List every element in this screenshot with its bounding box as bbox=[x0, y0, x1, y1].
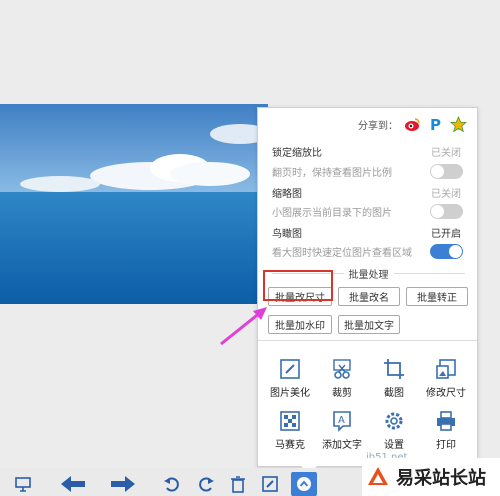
setting-desc-row: 看大图时快速定位图片查看区域 bbox=[272, 244, 465, 259]
setting-title: 鸟瞰图 bbox=[272, 229, 302, 240]
batch-add-text-button[interactable]: 批量加文字 bbox=[338, 315, 400, 334]
svg-text:A: A bbox=[338, 415, 345, 426]
batch-watermark-button[interactable]: 批量加水印 bbox=[268, 315, 332, 334]
svg-text:P: P bbox=[430, 116, 441, 133]
setting-desc: 小图展示当前目录下的图片 bbox=[272, 208, 392, 219]
tool-label: 添加文字 bbox=[322, 440, 362, 451]
tool-label: 图片美化 bbox=[270, 388, 310, 399]
setting-desc: 看大图时快速定位图片查看区域 bbox=[272, 248, 412, 259]
trash-icon[interactable] bbox=[228, 474, 248, 494]
tool-settings[interactable]: 设置 bbox=[367, 410, 421, 451]
batch-rename-button[interactable]: 批量改名 bbox=[338, 287, 400, 306]
mosaic-icon bbox=[280, 411, 300, 431]
toggle-birdseye[interactable] bbox=[430, 244, 463, 259]
setting-thumbnail: 缩略图 已关闭 bbox=[272, 185, 465, 200]
tool-crop[interactable]: 裁剪 bbox=[315, 358, 369, 399]
rotate-left-icon[interactable] bbox=[162, 474, 182, 494]
setting-lock-zoom: 锁定缩放比 已关闭 bbox=[272, 144, 465, 159]
tool-mosaic[interactable]: 马赛克 bbox=[263, 410, 317, 451]
tool-print[interactable]: 打印 bbox=[419, 410, 473, 451]
resize-icon bbox=[436, 359, 456, 379]
text-icon: A bbox=[333, 411, 351, 432]
star-icon[interactable] bbox=[450, 116, 467, 133]
tool-label: 设置 bbox=[384, 440, 404, 451]
batch-title: 批量处理 bbox=[343, 266, 394, 281]
setting-desc-row: 小图展示当前目录下的图片 bbox=[272, 204, 465, 219]
tool-label: 截图 bbox=[384, 388, 404, 399]
chevron-up-icon bbox=[297, 477, 311, 491]
gear-icon bbox=[385, 412, 403, 430]
share-bar: 分享到： P bbox=[358, 116, 467, 133]
section-divider bbox=[258, 340, 477, 341]
more-tools-button[interactable] bbox=[291, 472, 317, 496]
setting-status: 已开启 bbox=[431, 229, 461, 240]
toggle-knob bbox=[449, 245, 462, 258]
tool-screenshot[interactable]: 截图 bbox=[367, 358, 421, 399]
screenshot-icon bbox=[384, 359, 404, 379]
batch-rotate-button[interactable]: 批量转正 bbox=[406, 287, 468, 306]
pinterest-icon[interactable]: P bbox=[427, 116, 444, 133]
site-logo-icon bbox=[368, 467, 388, 485]
toggle-lock-zoom[interactable] bbox=[430, 164, 463, 179]
previous-arrow-icon[interactable] bbox=[60, 474, 86, 494]
tool-resize[interactable]: 修改尺寸 bbox=[419, 358, 473, 399]
setting-desc-row: 翻页时，保持查看图片比例 bbox=[272, 164, 465, 179]
beautify-icon bbox=[280, 359, 300, 379]
setting-desc: 翻页时，保持查看图片比例 bbox=[272, 168, 392, 179]
tool-add-text[interactable]: A 添加文字 bbox=[315, 410, 369, 451]
tool-label: 马赛克 bbox=[275, 440, 305, 451]
tool-beautify[interactable]: 图片美化 bbox=[263, 358, 317, 399]
tool-label: 打印 bbox=[436, 440, 456, 451]
setting-status: 已关闭 bbox=[431, 148, 461, 159]
toggle-knob bbox=[431, 165, 444, 178]
site-watermark: 易采站长站 bbox=[362, 458, 500, 496]
rotate-right-icon[interactable] bbox=[196, 474, 216, 494]
setting-title: 锁定缩放比 bbox=[272, 148, 322, 159]
setting-status: 已关闭 bbox=[431, 189, 461, 200]
tool-label: 修改尺寸 bbox=[426, 388, 466, 399]
next-arrow-icon[interactable] bbox=[110, 474, 136, 494]
tool-label: 裁剪 bbox=[332, 388, 352, 399]
preview-image bbox=[0, 104, 268, 304]
setting-birdseye: 鸟瞰图 已开启 bbox=[272, 225, 465, 240]
edit-icon[interactable] bbox=[260, 474, 280, 494]
annotation-arrow-icon bbox=[220, 307, 267, 346]
watermark-text: 易采站长站 bbox=[396, 468, 486, 489]
share-label: 分享到： bbox=[358, 121, 398, 132]
highlight-box bbox=[263, 270, 333, 301]
weibo-icon[interactable] bbox=[404, 116, 421, 133]
setting-title: 缩略图 bbox=[272, 189, 302, 200]
scissors-icon bbox=[333, 359, 351, 379]
toggle-knob bbox=[431, 205, 444, 218]
slideshow-icon[interactable] bbox=[13, 474, 33, 494]
toggle-thumbnail[interactable] bbox=[430, 204, 463, 219]
printer-icon bbox=[437, 411, 455, 431]
